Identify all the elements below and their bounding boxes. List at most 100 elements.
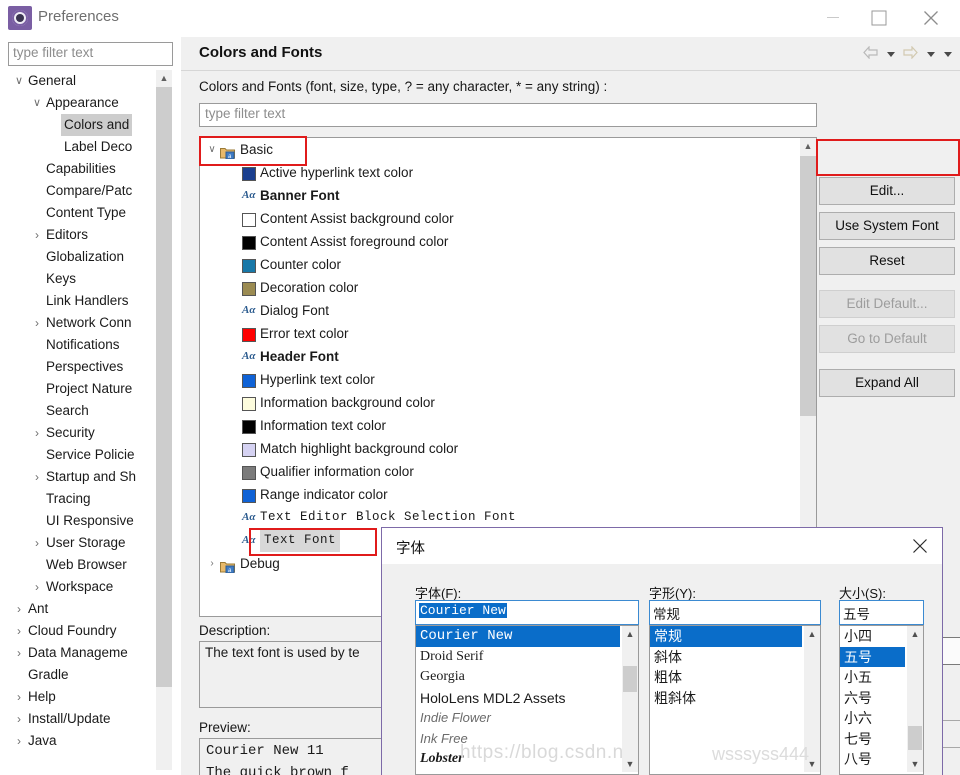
sidebar-item-tracing[interactable]: Tracing bbox=[8, 488, 172, 510]
sidebar-item-notifications[interactable]: Notifications bbox=[8, 334, 172, 356]
list-item[interactable]: Content Assist background color bbox=[200, 207, 800, 230]
sidebar-item-service-policie[interactable]: Service Policie bbox=[8, 444, 172, 466]
list-scroll-up-icon[interactable]: ▲ bbox=[800, 138, 816, 155]
font-style-option[interactable]: 常规 bbox=[650, 626, 802, 647]
forward-dropdown-caret-icon[interactable] bbox=[927, 51, 936, 57]
tree-twisty-icon[interactable]: ∨ bbox=[206, 138, 218, 161]
back-dropdown-caret-icon[interactable] bbox=[886, 51, 895, 57]
sidebar-item-cloud-foundry[interactable]: › Cloud Foundry bbox=[8, 620, 172, 642]
font-size-option[interactable]: 小六 bbox=[840, 708, 905, 729]
tree-twisty-icon[interactable]: › bbox=[30, 466, 44, 488]
sidebar-item-general[interactable]: ∨ General bbox=[8, 70, 172, 92]
sidebar-item-workspace[interactable]: › Workspace bbox=[8, 576, 172, 598]
sidebar-item-user-storage[interactable]: › User Storage bbox=[8, 532, 172, 554]
font-family-scrollbar[interactable]: ▲ ▼ bbox=[622, 626, 638, 772]
font-size-option[interactable]: 七号 bbox=[840, 729, 905, 750]
list-item[interactable]: Match highlight background color bbox=[200, 437, 800, 460]
sidebar-item-data-manageme[interactable]: › Data Manageme bbox=[8, 642, 172, 664]
font-family-option[interactable]: Georgia bbox=[416, 667, 620, 688]
sidebar-item-capabilities[interactable]: Capabilities bbox=[8, 158, 172, 180]
sidebar-item-label-deco[interactable]: Label Deco bbox=[8, 136, 172, 158]
font-size-option[interactable]: 八号 bbox=[840, 749, 905, 770]
font-size-input[interactable]: 五号 bbox=[839, 600, 924, 625]
sidebar-item-compare-patc[interactable]: Compare/Patc bbox=[8, 180, 172, 202]
sidebar-item-gradle[interactable]: Gradle bbox=[8, 664, 172, 686]
tree-twisty-icon[interactable]: › bbox=[12, 620, 26, 642]
font-size-option[interactable]: 六号 bbox=[840, 688, 905, 709]
sidebar-item-perspectives[interactable]: Perspectives bbox=[8, 356, 172, 378]
sidebar-item-install-update[interactable]: › Install/Update bbox=[8, 708, 172, 730]
size-scrollbar-thumb[interactable] bbox=[908, 726, 922, 750]
list-item[interactable]: Information background color bbox=[200, 391, 800, 414]
edit-button[interactable]: Edit... bbox=[819, 177, 955, 205]
sidebar-item-network-conn[interactable]: › Network Conn bbox=[8, 312, 172, 334]
font-family-option[interactable]: Droid Serif bbox=[416, 647, 620, 668]
font-style-option[interactable]: 粗斜体 bbox=[650, 688, 802, 709]
sidebar-item-help[interactable]: › Help bbox=[8, 686, 172, 708]
font-size-option[interactable]: 小五 bbox=[840, 667, 905, 688]
sidebar-item-editors[interactable]: › Editors bbox=[8, 224, 172, 246]
font-style-option[interactable]: 斜体 bbox=[650, 647, 802, 668]
list-item[interactable]: Information text color bbox=[200, 414, 800, 437]
list-item[interactable]: Aα Dialog Font bbox=[200, 299, 800, 322]
list-item[interactable]: Error text color bbox=[200, 322, 800, 345]
list-item[interactable]: ∨ a Basic bbox=[200, 138, 800, 161]
sidebar-filter-input[interactable]: type filter text bbox=[8, 42, 173, 66]
tree-twisty-icon[interactable]: › bbox=[12, 598, 26, 620]
list-item[interactable]: Hyperlink text color bbox=[200, 368, 800, 391]
sidebar-item-web-browser[interactable]: Web Browser bbox=[8, 554, 172, 576]
tree-twisty-icon[interactable]: ∨ bbox=[12, 70, 26, 92]
list-item[interactable]: Aα Text Editor Block Selection Font bbox=[200, 506, 800, 529]
sidebar-item-search[interactable]: Search bbox=[8, 400, 172, 422]
maximize-button[interactable] bbox=[856, 0, 902, 36]
tree-twisty-icon[interactable]: › bbox=[30, 532, 44, 554]
list-item[interactable]: Range indicator color bbox=[200, 483, 800, 506]
family-scrollbar-thumb[interactable] bbox=[623, 666, 637, 692]
tree-twisty-icon[interactable]: › bbox=[30, 224, 44, 246]
family-scroll-up-icon[interactable]: ▲ bbox=[622, 626, 638, 642]
sidebar-item-content-type[interactable]: Content Type bbox=[8, 202, 172, 224]
sidebar-item-link-handlers[interactable]: Link Handlers bbox=[8, 290, 172, 312]
sidebar-item-colors-and[interactable]: Colors and bbox=[8, 114, 172, 136]
colors-filter-input[interactable]: type filter text bbox=[199, 103, 817, 127]
list-scrollbar-thumb[interactable] bbox=[800, 156, 816, 416]
sidebar-item-project-nature[interactable]: Project Nature bbox=[8, 378, 172, 400]
sidebar-item-globalization[interactable]: Globalization bbox=[8, 246, 172, 268]
sidebar-item-keys[interactable]: Keys bbox=[8, 268, 172, 290]
sidebar-scrollbar[interactable]: ▲ bbox=[156, 70, 172, 770]
forward-arrow-icon[interactable] bbox=[903, 45, 919, 62]
font-size-option[interactable]: 小四 bbox=[840, 626, 905, 647]
tree-twisty-icon[interactable]: › bbox=[30, 312, 44, 334]
list-item[interactable]: Content Assist foreground color bbox=[200, 230, 800, 253]
size-scroll-down-icon[interactable]: ▼ bbox=[907, 756, 923, 772]
font-size-scrollbar[interactable]: ▲ ▼ bbox=[907, 626, 923, 772]
scrollbar-thumb[interactable] bbox=[156, 87, 172, 687]
font-family-option[interactable]: Courier New bbox=[416, 626, 620, 647]
tree-twisty-icon[interactable]: › bbox=[206, 552, 218, 575]
font-family-option[interactable]: HoloLens MDL2 Assets bbox=[416, 688, 620, 709]
font-family-input[interactable]: Courier New bbox=[415, 600, 639, 625]
list-item[interactable]: Decoration color bbox=[200, 276, 800, 299]
list-item[interactable]: Aα Banner Font bbox=[200, 184, 800, 207]
font-dialog-close-button[interactable] bbox=[898, 528, 942, 563]
back-arrow-icon[interactable] bbox=[863, 45, 878, 62]
list-item[interactable]: Active hyperlink text color bbox=[200, 161, 800, 184]
close-button[interactable] bbox=[908, 0, 954, 36]
tree-twisty-icon[interactable]: › bbox=[12, 708, 26, 730]
family-scroll-down-icon[interactable]: ▼ bbox=[622, 756, 638, 772]
font-family-option[interactable]: Indie Flower bbox=[416, 708, 620, 729]
size-scroll-up-icon[interactable]: ▲ bbox=[907, 626, 923, 642]
use-system-font-button[interactable]: Use System Font bbox=[819, 212, 955, 240]
sidebar-item-security[interactable]: › Security bbox=[8, 422, 172, 444]
font-style-input[interactable]: 常规 bbox=[649, 600, 821, 625]
page-menu-caret-icon[interactable] bbox=[944, 51, 952, 57]
font-size-list[interactable]: 小四 五号 小五 六号 小六 七号 八号 ▲ ▼ bbox=[839, 625, 924, 775]
list-item[interactable]: Counter color bbox=[200, 253, 800, 276]
tree-twisty-icon[interactable]: › bbox=[30, 576, 44, 598]
list-item[interactable]: Qualifier information color bbox=[200, 460, 800, 483]
scroll-up-icon[interactable]: ▲ bbox=[156, 70, 172, 87]
preferences-tree[interactable]: ∨ General ∨ Appearance Colors and Label Deco C… bbox=[8, 70, 172, 775]
font-size-option[interactable]: 五号 bbox=[840, 646, 905, 667]
font-style-option[interactable]: 粗体 bbox=[650, 667, 802, 688]
sidebar-item-ant[interactable]: › Ant bbox=[8, 598, 172, 620]
